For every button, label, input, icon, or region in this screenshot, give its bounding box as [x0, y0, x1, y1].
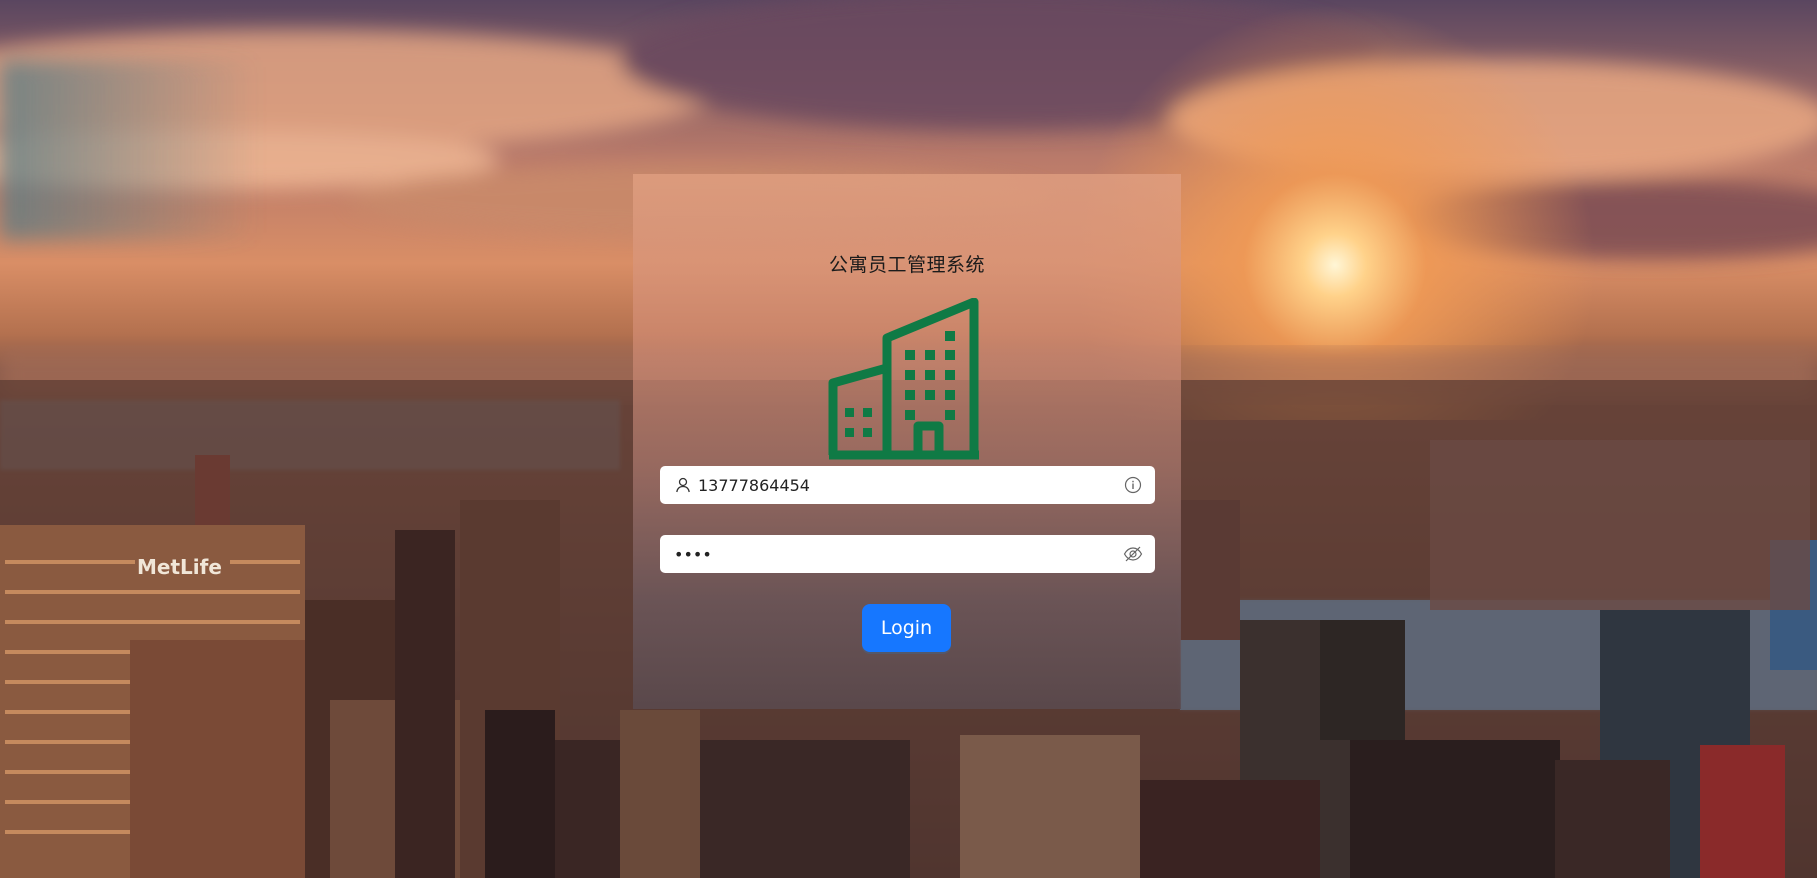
- user-icon: [674, 476, 692, 494]
- login-card: 公寓员工管理系统 13777864454 Login: [633, 174, 1181, 709]
- eye-invisible-icon[interactable]: [1123, 544, 1143, 564]
- password-field[interactable]: [660, 535, 1155, 573]
- app-title: 公寓员工管理系统: [828, 254, 985, 276]
- login-button[interactable]: Login: [862, 604, 951, 652]
- svg-text:MetLife: MetLife: [137, 555, 222, 579]
- info-circle-icon[interactable]: [1123, 475, 1143, 495]
- building-icon: [828, 298, 979, 460]
- username-input[interactable]: [698, 466, 1123, 504]
- username-field[interactable]: [660, 466, 1155, 504]
- password-input[interactable]: [674, 535, 1123, 573]
